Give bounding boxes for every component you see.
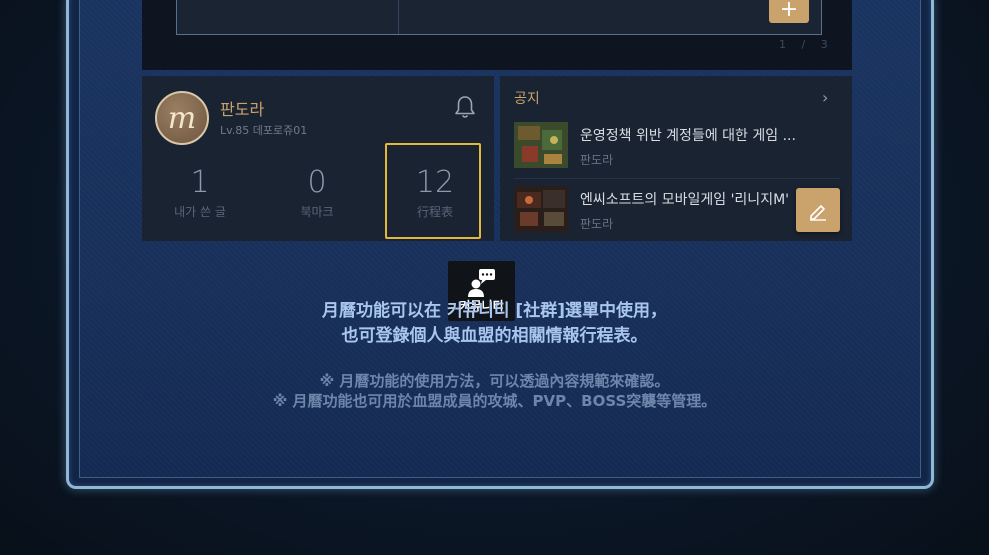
schedule-highlight-box [385, 143, 481, 239]
notice-item[interactable]: 운영정책 위반 계정들에 대한 게임 ... 판도라 [514, 122, 840, 174]
notice-item-text: 운영정책 위반 계정들에 대한 게임 ... [580, 128, 796, 144]
chevron-right-icon[interactable]: › [822, 88, 828, 107]
chat-user-icon [468, 269, 495, 297]
notice-divider [514, 178, 840, 179]
note-line-1: ※ 月曆功能的使用方法，可以透過內容規範來確認。 [319, 372, 670, 390]
background: + 1 / 3 m 판도라 Lv.85 데포로쥬01 1 내가 쓴 글 0 북마… [0, 0, 989, 555]
editor-box[interactable] [176, 0, 822, 35]
editor-divider [398, 0, 399, 34]
notice-title[interactable]: 공지 [514, 88, 540, 108]
plus-icon: + [779, 0, 799, 22]
stat-posts-label: 내가 쓴 글 [174, 205, 226, 219]
stat-bookmarks[interactable]: 0 북마크 [268, 166, 366, 220]
notice-item-author: 판도라 [580, 153, 614, 167]
avatar[interactable]: m [155, 91, 209, 145]
pencil-icon [810, 205, 826, 221]
add-button[interactable]: + [769, 0, 809, 23]
device-frame [66, 0, 934, 489]
user-level: Lv.85 데포로쥬01 [220, 124, 308, 137]
bell-icon[interactable] [454, 95, 476, 119]
stat-bookmarks-label: 북마크 [300, 205, 334, 219]
description-line-1: 月曆功能可以在 커뮤니티 [社群]選單中使用， [322, 301, 667, 321]
notice-thumbnail [514, 122, 568, 168]
stat-posts-value: 1 [190, 165, 210, 200]
pager: 1 / 3 [779, 38, 834, 51]
description-line-2: 也可登錄個人與血盟的相關情報行程表。 [341, 326, 648, 346]
note-line-2: ※ 月曆功能也可用於血盟成員的攻城、PVP、BOSS突襲等管理。 [272, 392, 717, 410]
stat-posts[interactable]: 1 내가 쓴 글 [151, 166, 249, 220]
stat-bookmarks-value: 0 [307, 165, 327, 200]
username: 판도라 [220, 100, 265, 119]
profile-card: m 판도라 Lv.85 데포로쥬01 1 내가 쓴 글 0 북마크 12 行程表 [142, 76, 494, 241]
notice-item-author: 판도라 [580, 217, 614, 231]
notice-thumbnail [514, 186, 568, 232]
avatar-glyph: m [167, 100, 197, 136]
edit-button[interactable] [796, 188, 840, 232]
notice-item[interactable]: 엔씨소프트의 모바일게임 '리니지M' 판도라 [514, 186, 840, 238]
